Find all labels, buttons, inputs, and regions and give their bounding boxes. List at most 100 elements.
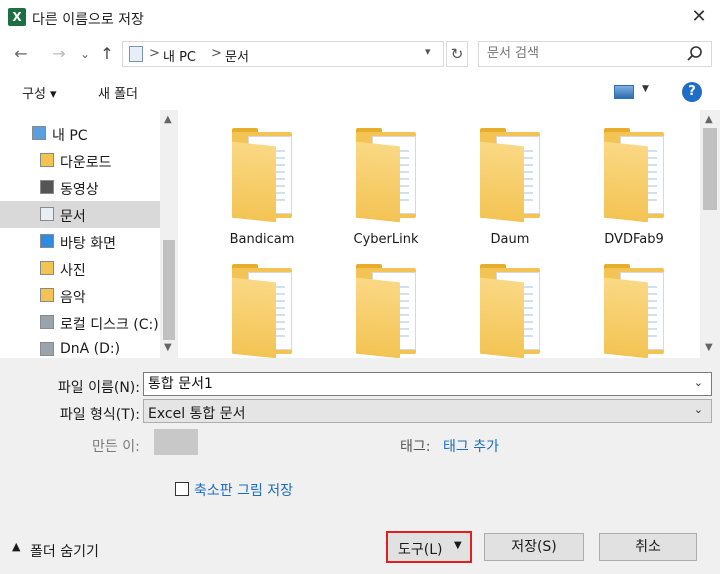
tree-item-label: 내 PC xyxy=(52,128,88,144)
up-folder-button[interactable]: ↑ xyxy=(96,38,118,70)
scroll-up-icon[interactable]: ▲ xyxy=(705,114,713,125)
back-button[interactable]: ← xyxy=(10,38,32,70)
author-label: 만든 이: xyxy=(92,439,140,455)
save-thumbnail-label[interactable]: 축소판 그림 저장 xyxy=(194,480,293,500)
forward-button[interactable]: → xyxy=(48,38,70,70)
new-folder-button[interactable]: 새 폴더 xyxy=(98,83,138,102)
navigation-pane: 내 PC 다운로드동영상문서바탕 화면사진음악로컬 디스크 (C:) DnA (D:… xyxy=(0,110,178,358)
file-list: Bandicam CyberLink Daum DVDFab9 ▲ ▼ xyxy=(180,110,720,358)
computer-icon xyxy=(32,126,46,140)
hide-folders-button[interactable]: 폴더 숨기기 xyxy=(30,541,99,561)
tools-button[interactable]: 도구(L) ▼ xyxy=(386,531,472,563)
save-button[interactable]: 저장(S) xyxy=(484,533,584,561)
folder-icon xyxy=(232,277,276,358)
search-input[interactable] xyxy=(487,46,677,61)
folder-item[interactable]: Bandicam xyxy=(214,110,310,247)
folder-icon xyxy=(604,277,648,358)
tree-item[interactable]: 바탕 화면 xyxy=(0,228,160,255)
scroll-down-icon[interactable]: ▼ xyxy=(705,342,713,353)
folder-item[interactable] xyxy=(586,246,682,358)
folder-item[interactable] xyxy=(462,246,558,358)
filename-field[interactable]: ⌄ xyxy=(143,372,712,396)
chevron-down-icon[interactable]: ⌄ xyxy=(694,376,703,389)
tree-item[interactable]: 내 PC xyxy=(0,120,160,147)
navpane-scroll-thumb[interactable] xyxy=(163,240,175,340)
filetype-select[interactable]: Excel 통합 문서 ⌄ xyxy=(143,399,712,423)
breadcrumb-my-pc[interactable]: 내 PC xyxy=(163,46,196,65)
folder-icon xyxy=(356,141,400,223)
help-icon[interactable]: ? xyxy=(682,82,702,102)
organize-button[interactable]: 구성 ▾ xyxy=(22,83,57,102)
folder-item[interactable]: Daum xyxy=(462,110,558,247)
filelist-scroll-thumb[interactable] xyxy=(703,128,717,210)
folder-icon xyxy=(604,141,648,223)
tree-item[interactable]: 사진 xyxy=(0,255,160,282)
window-title: 다른 이름으로 저장 xyxy=(32,12,144,28)
address-row: ← → ⌄ ↑ > 내 PC > 문서 ▾ ↻ xyxy=(0,38,720,70)
recent-locations-button[interactable]: ⌄ xyxy=(74,38,96,70)
tree-item[interactable]: 동영상 xyxy=(0,174,160,201)
tree-item-label: 다운로드 xyxy=(60,155,112,171)
filetype-label: 파일 형식(T): xyxy=(59,407,140,423)
tree-item-label: 음악 xyxy=(60,290,86,306)
tree-item[interactable]: 다운로드 xyxy=(0,147,160,174)
title-bar: X 다른 이름으로 저장 ✕ xyxy=(0,0,720,34)
refresh-button[interactable]: ↻ xyxy=(446,41,468,67)
tree-item[interactable]: 음악 xyxy=(0,282,160,309)
folder-name: CyberLink xyxy=(353,232,419,247)
tree-item[interactable]: 문서 xyxy=(0,201,160,228)
breadcrumb-documents[interactable]: 문서 xyxy=(225,46,249,65)
desktop-folder-icon xyxy=(40,234,54,248)
search-icon[interactable] xyxy=(685,45,705,63)
tree-item-label: 바탕 화면 xyxy=(60,236,116,252)
download-folder-icon xyxy=(40,153,54,167)
tree-item[interactable]: DnA (D:) xyxy=(0,336,160,358)
video-folder-icon xyxy=(40,180,54,194)
music-folder-icon xyxy=(40,288,54,302)
excel-app-icon: X xyxy=(8,8,26,26)
folder-icon xyxy=(356,277,400,358)
cancel-button[interactable]: 취소 xyxy=(599,533,697,561)
caret-down-icon: ▼ xyxy=(454,540,462,551)
close-button[interactable]: ✕ xyxy=(680,2,718,32)
filename-label: 파일 이름(N): xyxy=(57,380,140,396)
chevron-down-icon[interactable]: ⌄ xyxy=(694,403,703,416)
folder-item[interactable]: DVDFab9 xyxy=(586,110,682,247)
breadcrumb-separator[interactable]: > xyxy=(211,46,222,61)
author-field[interactable] xyxy=(154,429,198,455)
tools-label: 도구(L) xyxy=(398,542,443,558)
add-tag-link[interactable]: 태그 추가 xyxy=(443,436,499,456)
address-bar[interactable]: > 내 PC > 문서 ▾ xyxy=(122,41,444,67)
chevron-down-icon[interactable]: ▼ xyxy=(642,84,649,94)
tree-item[interactable]: 로컬 디스크 (C:) xyxy=(0,309,160,336)
save-options-panel: 파일 이름(N): ⌄ 파일 형식(T): Excel 통합 문서 ⌄ 만든 이… xyxy=(0,358,720,574)
tree-item-label: 사진 xyxy=(60,263,86,279)
scroll-down-icon[interactable]: ▼ xyxy=(164,342,172,353)
tree-item-label: 문서 xyxy=(60,209,86,225)
filename-input[interactable] xyxy=(148,375,678,391)
tree-item-label: 로컬 디스크 (C:) xyxy=(60,317,159,333)
command-bar: 구성 ▾ 새 폴더 ▼ ? xyxy=(0,74,720,110)
folder-name: Daum xyxy=(490,232,530,247)
tree-item-label: DnA (D:) xyxy=(60,341,121,357)
folder-icon xyxy=(480,141,524,223)
save-thumbnail-checkbox[interactable] xyxy=(175,482,189,496)
scroll-up-icon[interactable]: ▲ xyxy=(164,114,172,125)
chevron-down-icon[interactable]: ▾ xyxy=(425,45,431,58)
folder-item[interactable] xyxy=(338,246,434,358)
tags-label: 태그: xyxy=(400,439,431,455)
drive-icon xyxy=(40,315,54,329)
folder-icon xyxy=(480,277,524,358)
search-box[interactable] xyxy=(478,41,712,67)
document-folder-icon xyxy=(40,207,54,221)
view-options-icon[interactable] xyxy=(614,85,634,99)
breadcrumb-separator[interactable]: > xyxy=(149,46,160,61)
chevron-up-icon[interactable]: ▲ xyxy=(12,540,20,553)
folder-item[interactable] xyxy=(214,246,310,358)
documents-icon xyxy=(129,46,143,62)
drive-icon xyxy=(40,342,54,356)
folder-icon xyxy=(232,141,276,223)
folder-item[interactable]: CyberLink xyxy=(338,110,434,247)
filetype-value: Excel 통합 문서 xyxy=(148,406,246,422)
tree-item-label: 동영상 xyxy=(60,182,99,198)
